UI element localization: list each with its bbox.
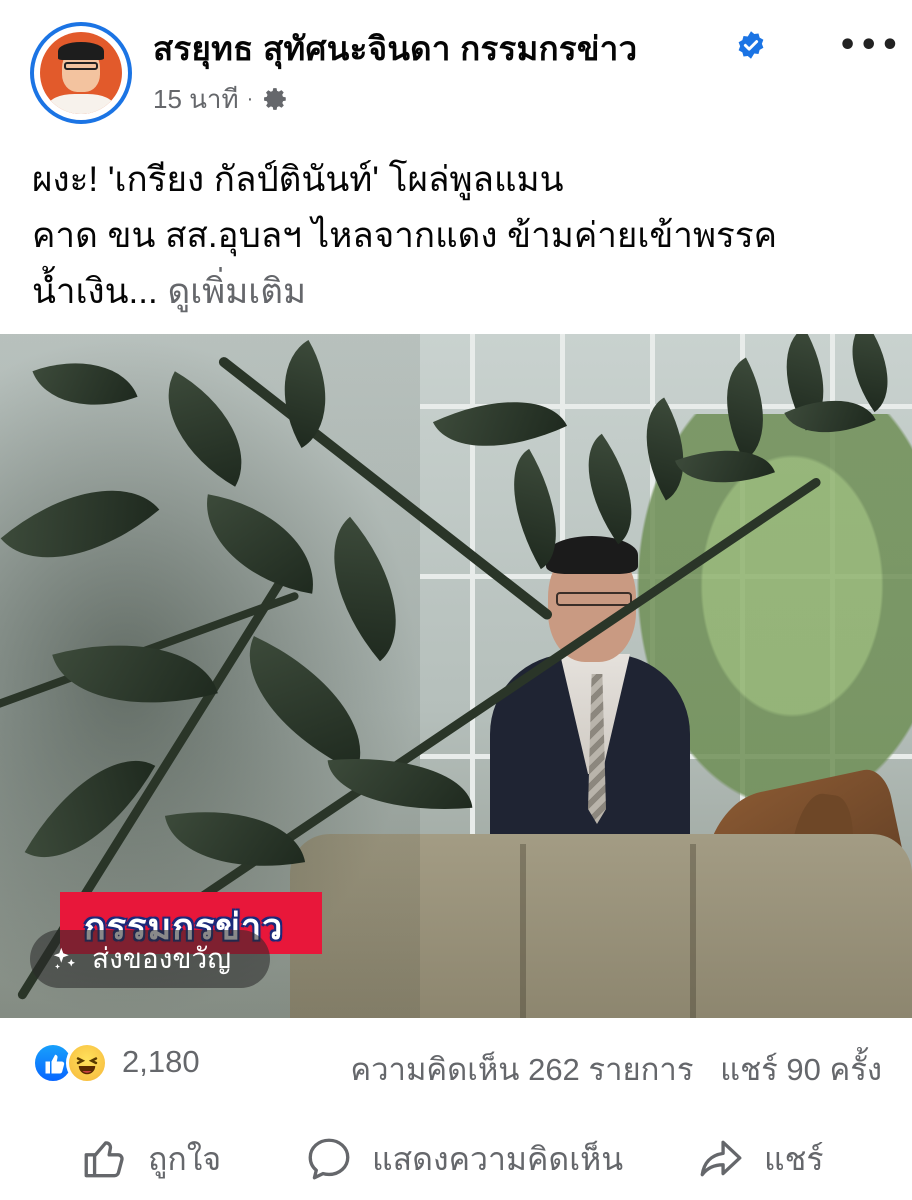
- comment-count[interactable]: ความคิดเห็น 262 รายการ: [350, 1052, 693, 1087]
- like-label: ถูกใจ: [148, 1140, 222, 1177]
- comment-label: แสดงความคิดเห็น: [372, 1140, 624, 1177]
- send-gift-button[interactable]: ส่งของขวัญ: [30, 930, 270, 988]
- post-text-line-1: ผงะ! 'เกรียง กัลป์ตินันท์' โผล่พูลแมน: [32, 160, 564, 199]
- more-options-icon[interactable]: •••: [838, 28, 902, 63]
- share-button[interactable]: แชร์: [696, 1126, 824, 1192]
- like-button[interactable]: ถูกใจ: [80, 1126, 221, 1192]
- audience-gear-icon[interactable]: [263, 86, 289, 112]
- engagement-bar: 2,180 ความคิดเห็น 262 รายการ แชร์ 90 ครั…: [0, 1030, 912, 1096]
- reaction-count[interactable]: 2,180: [122, 1044, 200, 1080]
- post-time[interactable]: 15 นาที: [153, 79, 239, 120]
- share-count[interactable]: แชร์ 90 ครั้ง: [720, 1052, 882, 1087]
- gift-sparkle-icon: [53, 947, 75, 969]
- post-text-line-2: คาด ขน สส.อุบลฯ ไหลจากแดง ข้ามค่ายเข้าพร…: [32, 216, 778, 255]
- see-more-link[interactable]: ดูเพิ่มเติม: [167, 272, 306, 311]
- verified-badge-icon: [738, 31, 764, 59]
- engagement-stats: ความคิดเห็น 262 รายการ แชร์ 90 ครั้ง: [350, 1044, 882, 1094]
- share-arrow-icon: [700, 1140, 742, 1177]
- author-name[interactable]: สรยุทธ สุทัศนะจินดา กรรมกรข่าว: [153, 22, 637, 75]
- post-photo[interactable]: กรรมกรข่าว ส่งของขวัญ: [0, 334, 912, 1018]
- post-header: สรยุทธ สุทัศนะจินดา กรรมกรข่าว ••• 15 นา…: [0, 0, 912, 130]
- meta-separator: ·: [246, 87, 254, 110]
- speech-bubble-icon: [308, 1138, 350, 1180]
- send-gift-label: ส่งของขวัญ: [92, 943, 232, 974]
- share-label: แชร์: [764, 1140, 824, 1177]
- author-avatar[interactable]: [30, 22, 132, 124]
- post-actions: ถูกใจ แสดงความคิดเห็น แชร์: [0, 1126, 912, 1192]
- post-text-line-3-content: น้ำเงิน...: [32, 272, 158, 311]
- post-meta: 15 นาที ·: [153, 82, 289, 116]
- post-text-line-3: น้ำเงิน... ดูเพิ่มเติม: [32, 264, 892, 320]
- post-text: ผงะ! 'เกรียง กัลป์ตินันท์' โผล่พูลแมน คา…: [32, 152, 892, 320]
- haha-reaction-icon[interactable]: [66, 1042, 108, 1084]
- comment-button[interactable]: แสดงความคิดเห็น: [304, 1126, 623, 1192]
- thumbs-up-icon: [84, 1141, 124, 1178]
